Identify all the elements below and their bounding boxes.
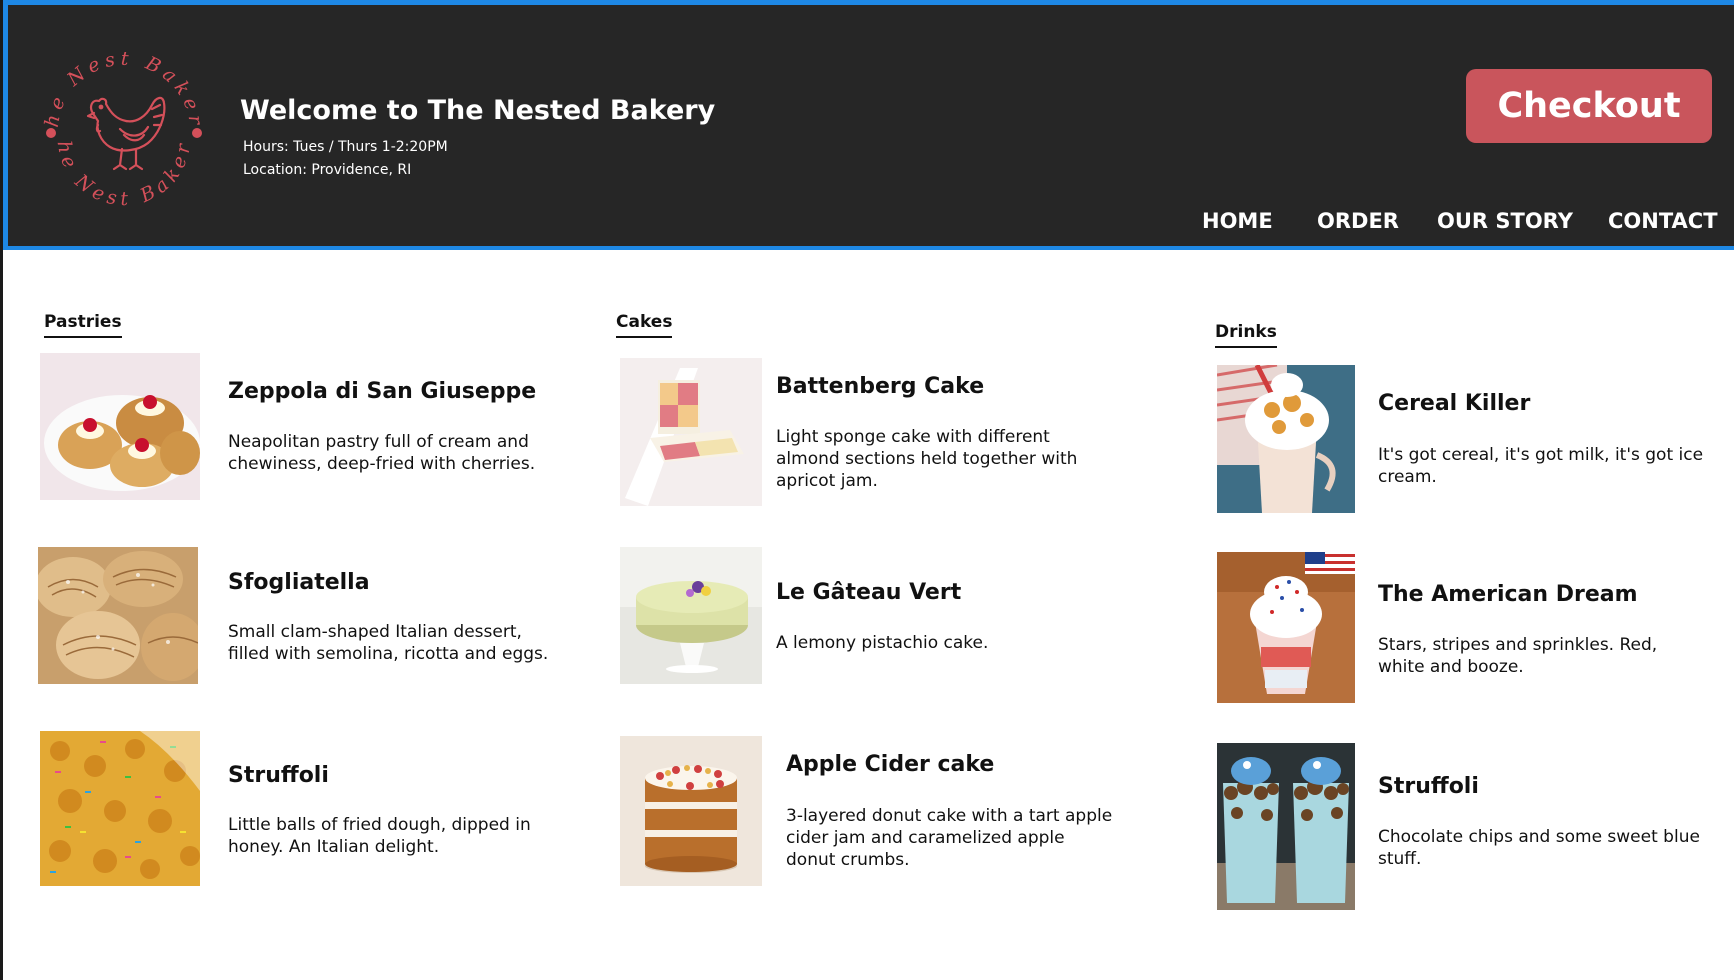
nav-contact-link[interactable]: CONTACT — [1608, 209, 1718, 233]
pastry-description-zeppola: Neapolitan pastry full of cream and chew… — [228, 432, 536, 474]
drink-description-struffoli: Chocolate chips and some sweet blue stuf… — [1378, 827, 1700, 869]
struffoli-image[interactable] — [40, 731, 200, 886]
nav-our-story-link[interactable]: OUR STORY — [1437, 209, 1573, 233]
pastry-name-sfogliatella: Sfogliatella — [228, 570, 370, 595]
cake-name-gateau-vert: Le Gâteau Vert — [776, 580, 962, 605]
apple-cider-cake-image[interactable] — [620, 736, 762, 886]
cakes-heading: Cakes — [616, 312, 673, 338]
drink-description-cereal-killer: It's got cereal, it's got milk, it's got… — [1378, 445, 1704, 487]
pastry-description-struffoli: Little balls of fried dough, dipped in h… — [228, 815, 531, 857]
drinks-heading: Drinks — [1215, 322, 1277, 348]
pastry-name-struffoli: Struffoli — [228, 763, 329, 788]
bakery-logo[interactable]: The Nest Bakery The Nest Bakery — [36, 43, 212, 219]
cake-description-gateau-vert: A lemony pistachio cake. — [776, 633, 989, 653]
drink-name-american-dream: The American Dream — [1378, 582, 1638, 607]
drink-name-cereal-killer: Cereal Killer — [1378, 391, 1531, 416]
location-text: Location: Providence, RI — [243, 162, 412, 178]
page: The Nest Bakery The Nest Bakery Welcome … — [0, 0, 1734, 980]
struffoli-drink-image[interactable] — [1217, 743, 1355, 910]
logo-ring-text-top: The Nest Bakery — [36, 43, 202, 131]
cake-description-battenberg: Light sponge cake with different almond … — [776, 427, 1078, 491]
cake-name-battenberg: Battenberg Cake — [776, 374, 985, 399]
svg-text:The Nest Bakery: The Nest Bakery — [36, 43, 207, 131]
cake-description-apple-cider: 3-layered donut cake with a tart apple c… — [786, 806, 1113, 870]
pastries-heading: Pastries — [44, 312, 122, 338]
site-header: The Nest Bakery The Nest Bakery Welcome … — [3, 0, 1734, 250]
hours-text: Hours: Tues / Thurs 1-2:20PM — [243, 139, 448, 155]
pastry-name-zeppola: Zeppola di San Giuseppe — [228, 379, 537, 404]
page-title: Welcome to The Nested Bakery — [240, 95, 716, 126]
nav-home-link[interactable]: HOME — [1202, 209, 1273, 233]
zeppola-image[interactable] — [40, 353, 200, 500]
gateau-vert-image[interactable] — [620, 547, 762, 684]
drink-name-struffoli: Struffoli — [1378, 774, 1479, 799]
drink-description-american-dream: Stars, stripes and sprinkles. Red, white… — [1378, 635, 1658, 677]
checkout-button[interactable]: Checkout — [1466, 69, 1712, 143]
sfogliatella-image[interactable] — [38, 547, 198, 684]
hen-icon — [86, 96, 166, 171]
american-dream-image[interactable] — [1217, 552, 1355, 703]
battenberg-image[interactable] — [620, 358, 762, 506]
nav-order-link[interactable]: ORDER — [1317, 209, 1399, 233]
cake-name-apple-cider: Apple Cider cake — [786, 752, 995, 777]
cereal-killer-image[interactable] — [1217, 365, 1355, 513]
pastry-description-sfogliatella: Small clam-shaped Italian dessert, fille… — [228, 622, 549, 664]
